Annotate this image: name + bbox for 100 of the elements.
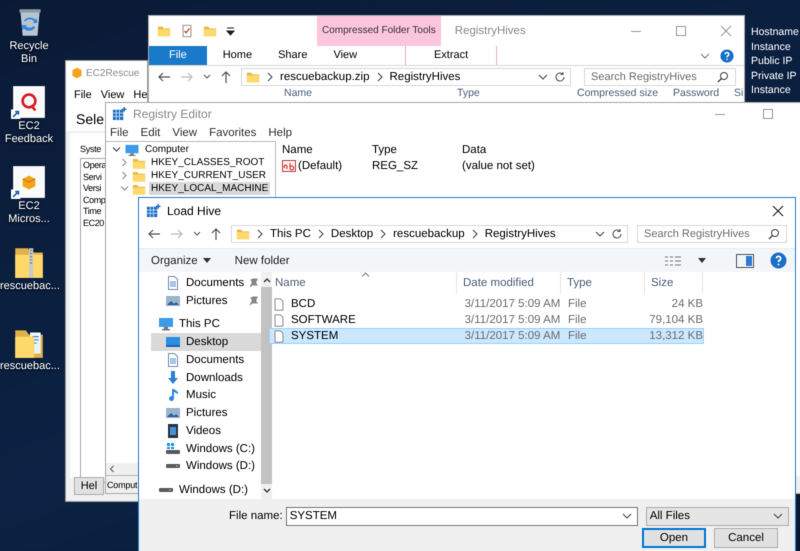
- back-arrow-icon[interactable]: [147, 228, 161, 240]
- refresh-icon[interactable]: [554, 71, 566, 83]
- refresh-icon[interactable]: [611, 228, 623, 240]
- search-field[interactable]: Search RegistryHives: [584, 68, 736, 86]
- navigation-item[interactable]: Windows (D:): [139, 458, 262, 476]
- breadcrumb-item[interactable]: rescuebackup.zip: [280, 71, 370, 83]
- group-label: Syste: [80, 144, 102, 154]
- breadcrumb-item[interactable]: This PC: [270, 228, 311, 240]
- pin-icon[interactable]: [249, 296, 260, 306]
- list-text: Comp: [83, 194, 106, 206]
- ribbon-tab[interactable]: Home: [212, 46, 262, 65]
- navigation-item[interactable]: Desktop: [151, 333, 262, 351]
- menu-item[interactable]: View: [172, 126, 198, 138]
- desktop-icon-label[interactable]: Recycle Bin: [0, 40, 58, 66]
- file-row[interactable]: BCD 3/11/2017 5:09 AM File 24 KB: [269, 296, 704, 312]
- expand-chevron-icon[interactable]: [112, 145, 121, 154]
- navigation-item[interactable]: Documents: [139, 274, 262, 292]
- column-header[interactable]: Type: [372, 144, 462, 156]
- open-button[interactable]: Open: [642, 528, 706, 548]
- dropdown-caret-icon[interactable]: [538, 74, 548, 80]
- tree-item[interactable]: HKEY_LOCAL_MACHINE: [149, 182, 270, 195]
- menu-item[interactable]: Favorites: [209, 126, 256, 138]
- maximize-icon[interactable]: [762, 108, 774, 120]
- folder-icon: [246, 70, 260, 84]
- scroll-down-icon[interactable]: [262, 488, 271, 494]
- navigation-item[interactable]: Windows (D:): [139, 481, 262, 499]
- view-options-icon[interactable]: [664, 254, 682, 266]
- column-header[interactable]: Size: [645, 272, 703, 294]
- file-name-field[interactable]: SYSTEM: [286, 506, 638, 526]
- search-field[interactable]: Search RegistryHives: [637, 225, 787, 243]
- window-title: EC2Rescue: [86, 68, 140, 78]
- list-text: Time: [83, 206, 102, 218]
- dropdown-caret-icon[interactable]: [595, 231, 605, 237]
- recent-caret-icon[interactable]: [193, 231, 201, 237]
- value-name[interactable]: (Default): [298, 160, 342, 172]
- desktop-icon-label[interactable]: rescuebac...: [0, 280, 58, 293]
- breadcrumb-item[interactable]: Desktop: [330, 228, 374, 240]
- breadcrumb-item[interactable]: RegistryHives: [484, 228, 556, 240]
- app-shortcut-icon[interactable]: [11, 84, 47, 120]
- cancel-button[interactable]: Cancel: [714, 528, 778, 548]
- navigation-item[interactable]: Documents: [139, 351, 262, 369]
- scroll-left-icon[interactable]: [108, 465, 116, 473]
- menu-item[interactable]: View: [100, 89, 124, 105]
- column-header[interactable]: Type: [457, 88, 480, 99]
- scroll-up-icon[interactable]: [262, 277, 271, 283]
- help-icon[interactable]: [720, 48, 734, 62]
- navigation-item[interactable]: Pictures: [139, 292, 262, 310]
- back-arrow-icon[interactable]: [157, 71, 171, 83]
- file-name: BCD: [291, 298, 316, 310]
- preview-pane-icon[interactable]: [736, 254, 754, 268]
- column-header[interactable]: Date modified: [457, 272, 561, 294]
- help-button[interactable]: Hel: [74, 477, 104, 495]
- properties-icon[interactable]: [180, 24, 194, 38]
- column-header[interactable]: Name: [284, 88, 312, 99]
- desktop-icon-label[interactable]: EC2 Feedback: [0, 120, 58, 146]
- navigation-item[interactable]: Videos: [139, 422, 262, 440]
- navigation-item[interactable]: Music: [139, 386, 262, 404]
- recent-caret-icon[interactable]: [203, 74, 211, 80]
- close-icon[interactable]: [772, 204, 784, 216]
- address-bar[interactable]: rescuebackup.zip RegistryHives: [241, 68, 571, 86]
- column-header[interactable]: Password: [673, 88, 720, 99]
- breadcrumb-item[interactable]: RegistryHives: [390, 71, 460, 83]
- document-icon: [165, 274, 181, 291]
- expand-ribbon-icon[interactable]: [700, 52, 710, 60]
- customize-caret-icon[interactable]: [226, 26, 235, 36]
- tree-item[interactable]: HKEY_CURRENT_USER: [149, 169, 268, 182]
- column-header[interactable]: Name: [282, 144, 372, 156]
- desktop-icon-label[interactable]: EC2 Micros...: [0, 200, 58, 226]
- up-arrow-icon[interactable]: [220, 70, 232, 84]
- address-bar[interactable]: This PC Desktop rescuebackup RegistryHives: [231, 225, 628, 243]
- dropdown-caret-icon[interactable]: [622, 513, 632, 519]
- navigation-item[interactable]: This PC: [139, 316, 262, 334]
- file-type-dropdown[interactable]: All Files: [646, 506, 789, 526]
- caret-icon[interactable]: [698, 258, 706, 263]
- ribbon-tab[interactable]: View: [323, 46, 368, 65]
- menu-item[interactable]: File: [74, 89, 92, 105]
- breadcrumb-item[interactable]: rescuebackup: [393, 228, 465, 240]
- navigation-item[interactable]: Downloads: [139, 368, 262, 386]
- menu-item[interactable]: He: [133, 89, 147, 105]
- file-menu-tab[interactable]: File: [149, 46, 207, 65]
- column-header[interactable]: Data: [462, 144, 582, 156]
- tree-item[interactable]: HKEY_CLASSES_ROOT: [149, 156, 266, 169]
- file-row[interactable]: SOFTWARE 3/11/2017 5:09 AM File 79,104 KB: [269, 312, 704, 328]
- tree-item[interactable]: Computer: [143, 143, 191, 156]
- maximize-icon[interactable]: [675, 25, 687, 37]
- ribbon-tab[interactable]: Share: [268, 46, 318, 65]
- desktop-icon-label[interactable]: rescuebac...: [0, 360, 58, 373]
- file-row[interactable]: SYSTEM 3/11/2017 5:09 AM File 13,312 KB: [269, 328, 704, 344]
- up-arrow-icon[interactable]: [210, 227, 222, 241]
- new-folder-button[interactable]: New folder: [230, 250, 294, 270]
- app-shortcut-icon[interactable]: [11, 164, 47, 200]
- column-header[interactable]: Name: [269, 272, 457, 294]
- navigation-item[interactable]: Windows (C:): [139, 440, 262, 458]
- help-icon[interactable]: [770, 252, 787, 269]
- column-header[interactable]: Si: [734, 88, 744, 99]
- column-header[interactable]: Compressed size: [577, 88, 658, 99]
- navigation-item[interactable]: Pictures: [139, 404, 262, 422]
- column-header[interactable]: Type: [561, 272, 645, 294]
- menu-item[interactable]: Help: [268, 126, 292, 138]
- organize-menu-button[interactable]: Organize: [147, 250, 215, 270]
